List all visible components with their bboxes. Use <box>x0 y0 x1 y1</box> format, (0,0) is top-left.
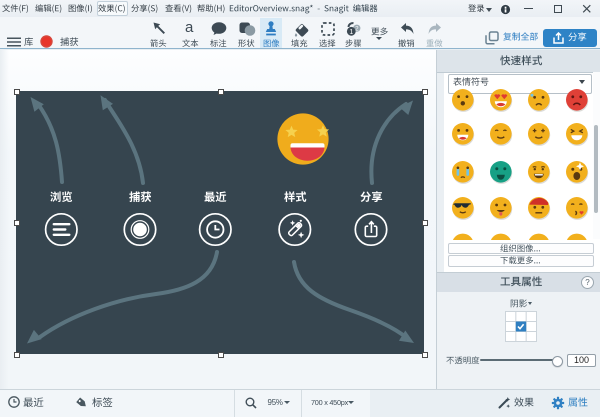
svg-text:1: 1 <box>349 29 353 36</box>
